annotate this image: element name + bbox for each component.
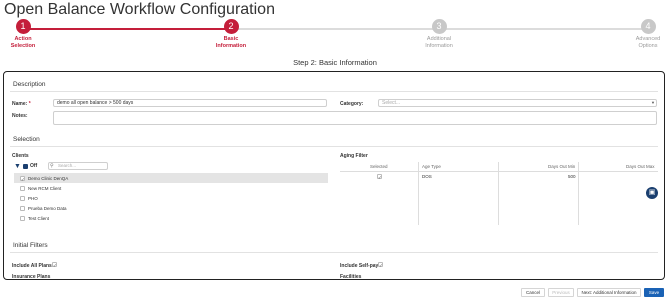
- divider: [498, 162, 499, 225]
- column-header-selected: Selected: [370, 164, 388, 169]
- column-header-days-out-min: Days Out Min: [548, 164, 576, 169]
- step-label-line2: Information: [215, 42, 247, 49]
- step-label-line2: Options: [638, 42, 658, 49]
- step-number: 4: [640, 19, 656, 34]
- aging-filter-label: Aging Filter: [340, 153, 368, 159]
- aging-filter-table: Selected Age Type Days Out Min Days Out …: [340, 162, 658, 225]
- toggle-square-icon: [22, 163, 28, 169]
- include-self-pay-label: Include Self-pay:: [340, 263, 381, 269]
- filter-icon: ▼: [14, 162, 21, 170]
- step-label-line2: Selection: [10, 42, 36, 49]
- client-name: Prueba Demo Data: [28, 205, 67, 211]
- client-item[interactable]: New RCM Client: [14, 183, 328, 193]
- checkbox[interactable]: [20, 195, 25, 201]
- section-heading: Description: [13, 81, 46, 88]
- days-out-min-cell[interactable]: 500: [568, 174, 576, 179]
- step-label-line1: Advanced: [635, 36, 661, 42]
- next-button[interactable]: Next: Additional Information: [577, 288, 641, 297]
- client-name: PHO: [28, 195, 38, 201]
- name-label: Name: *: [12, 101, 31, 107]
- step-subtitle: Step 2: Basic Information: [293, 58, 377, 67]
- search-icon: ⚲: [50, 162, 54, 169]
- clients-filter-toggle[interactable]: ▼ Off: [14, 162, 37, 170]
- filter-off-label: Off: [29, 163, 38, 169]
- previous-button[interactable]: Previous: [548, 288, 574, 297]
- clients-list: ✓ Demo Clinic DenQA New RCM Client PHO Pr…: [14, 173, 328, 223]
- step-action-selection[interactable]: 1 Action Selection: [0, 16, 53, 49]
- notes-label: Notes:: [12, 113, 28, 119]
- category-label: Category:: [340, 101, 364, 107]
- checkbox[interactable]: [20, 185, 25, 191]
- divider: [10, 252, 658, 253]
- category-select[interactable]: Select...: [378, 99, 657, 107]
- step-label-line2: Information: [425, 42, 453, 49]
- divider: [10, 91, 658, 92]
- column-header-days-out-max: Days Out Max: [626, 164, 655, 169]
- client-name: Test Client: [28, 215, 50, 221]
- divider: [578, 162, 579, 225]
- form-panel: Description Name: * demo all open balanc…: [3, 71, 665, 280]
- divider: [418, 162, 419, 225]
- checkbox[interactable]: [20, 205, 25, 211]
- name-field[interactable]: demo all open balance > 500 days: [53, 99, 327, 107]
- aging-row-checkbox[interactable]: ✓: [377, 174, 382, 180]
- wizard-stepper: 1 Action Selection 2 Basic Information 3 A…: [0, 16, 670, 58]
- step-basic-information[interactable]: 2 Basic Information: [201, 16, 261, 49]
- step-label-line1: Basic: [223, 36, 239, 42]
- divider: [10, 146, 658, 147]
- step-additional-information[interactable]: 3 Additional Information: [409, 16, 469, 49]
- client-item[interactable]: ✓ Demo Clinic DenQA: [14, 173, 328, 183]
- client-name: Demo Clinic DenQA: [28, 175, 69, 181]
- client-item[interactable]: Test Client: [14, 213, 328, 223]
- cancel-button[interactable]: Cancel: [521, 288, 545, 297]
- step-label-line1: Additional: [426, 36, 452, 42]
- step-advanced-options[interactable]: 4 Advanced Options: [618, 16, 670, 49]
- client-name: New RCM Client: [28, 185, 62, 191]
- section-heading: Initial Filters: [13, 242, 48, 249]
- age-type-cell: DOS: [422, 174, 432, 179]
- stepper-line-done: [23, 28, 231, 30]
- save-button[interactable]: Save: [644, 288, 664, 297]
- client-item[interactable]: Prueba Demo Data: [14, 203, 328, 213]
- client-item[interactable]: PHO: [14, 193, 328, 203]
- include-all-plans-label: Include All Plans:: [12, 263, 54, 269]
- step-number: 3: [431, 19, 447, 34]
- clients-search-input[interactable]: Search...: [48, 162, 108, 170]
- section-heading: Selection: [13, 136, 40, 143]
- step-label-line1: Action: [14, 36, 32, 42]
- checkbox[interactable]: [20, 215, 25, 221]
- insurance-plans-label: Insurance Plans: [12, 274, 51, 280]
- floating-save-icon[interactable]: ▣: [646, 187, 658, 199]
- clients-label: Clients: [12, 153, 29, 159]
- include-all-plans-checkbox[interactable]: ✓: [52, 262, 57, 268]
- checkbox[interactable]: ✓: [20, 175, 25, 182]
- column-header-age-type: Age Type: [422, 164, 441, 169]
- include-self-pay-checkbox[interactable]: ✓: [378, 262, 383, 268]
- step-number: 2: [223, 19, 239, 34]
- chevron-down-icon: ▼: [651, 100, 655, 105]
- facilities-label: Facilities: [340, 274, 362, 280]
- step-number: 1: [15, 19, 31, 34]
- notes-field[interactable]: [53, 111, 657, 125]
- filter-off-chip[interactable]: Off: [22, 163, 38, 169]
